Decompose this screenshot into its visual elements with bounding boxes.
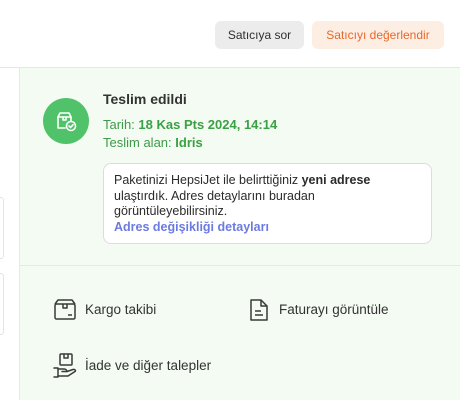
delivery-date: Tarih: 18 Kas Pts 2024, 14:14 <box>103 117 277 132</box>
ask-seller-button[interactable]: Satıcıya sor <box>215 21 304 49</box>
package-box-icon[interactable] <box>52 297 78 323</box>
return-hand-icon[interactable] <box>52 351 80 379</box>
delivery-receiver: Teslim alan: Idris <box>103 135 203 150</box>
receiver-label: Teslim alan: <box>103 135 172 150</box>
delivery-status-title: Teslim edildi <box>103 91 187 107</box>
seller-actions-bar: Satıcıya sor Satıcıyı değerlendir <box>0 0 460 68</box>
receiver-name: Idris <box>175 135 203 150</box>
left-card-edge <box>0 197 4 259</box>
notice-text-bold: yeni adrese <box>301 173 371 187</box>
notice-text-start: Paketinizi HepsiJet ile belirttiğiniz <box>114 173 299 187</box>
address-change-details-link[interactable]: Adres değişikliği detayları <box>114 220 421 236</box>
left-card-edge <box>0 273 4 335</box>
cargo-tracking-action[interactable]: Kargo takibi <box>85 302 156 317</box>
delivery-date-label: Tarih: <box>103 117 135 132</box>
address-change-notice: Paketinizi HepsiJet ile belirttiğiniz ye… <box>103 163 432 244</box>
rate-seller-button[interactable]: Satıcıyı değerlendir <box>312 21 444 49</box>
actions-divider <box>20 265 460 266</box>
delivery-date-value: 18 Kas Pts 2024, 14:14 <box>138 117 278 132</box>
package-delivered-icon <box>43 98 89 144</box>
invoice-document-icon[interactable] <box>246 297 272 323</box>
notice-text-end: ulaştırdık. Adres detaylarını buradan gö… <box>114 188 315 219</box>
return-requests-action[interactable]: İade ve diğer talepler <box>85 358 211 373</box>
view-invoice-action[interactable]: Faturayı görüntüle <box>279 302 389 317</box>
